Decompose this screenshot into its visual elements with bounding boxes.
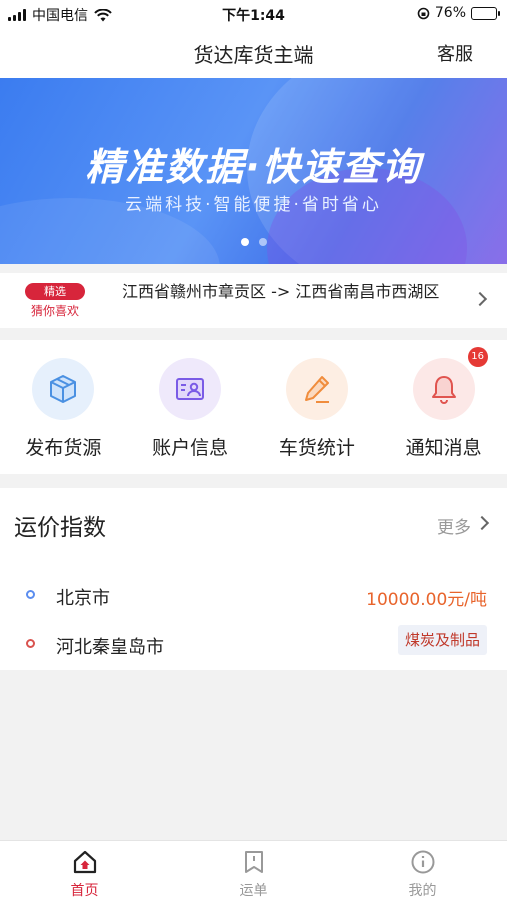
notifications-button[interactable]: 16 通知消息 (380, 340, 507, 474)
nav-bar: 货达库货主端 客服 (0, 28, 507, 78)
freight-index-section: 运价指数 更多 北京市 10000.00元/吨 河北秦皇岛市 煤炭及制品 (0, 488, 507, 670)
cargo-category-tag: 煤炭及制品 (397, 625, 487, 655)
quick-action-label: 车货统计 (278, 437, 355, 459)
carousel-dot[interactable] (240, 238, 249, 246)
battery-percent: 76% (434, 5, 466, 21)
account-info-button[interactable]: 账户信息 (127, 340, 254, 474)
tab-label: 首页 (70, 883, 99, 899)
bookmark-icon (244, 851, 263, 873)
recommended-route-row[interactable]: 精选 猜你喜欢 江西省赣州市章贡区 -> 江西省南昌市西湖区 (0, 273, 507, 328)
banner-title: 精准数据·快速查询 (85, 145, 422, 189)
freight-origin-row[interactable]: 北京市 10000.00元/吨 (0, 576, 507, 616)
tab-waybill[interactable]: 运单 (169, 841, 338, 900)
status-right: 76% (417, 5, 500, 21)
cargo-statistics-button[interactable]: 车货统计 (254, 340, 381, 474)
more-link[interactable]: 更多 (437, 513, 471, 538)
battery-icon (471, 6, 500, 20)
guess-you-like-label: 猜你喜欢 (30, 304, 79, 318)
carousel-dots[interactable] (0, 238, 507, 246)
quick-action-label: 账户信息 (152, 437, 229, 459)
tab-home[interactable]: 首页 (0, 841, 169, 900)
freight-price: 10000.00元/吨 (366, 590, 487, 610)
status-bar: 中国电信 下午1:44 76% (0, 0, 507, 28)
section-title: 运价指数 (14, 515, 106, 541)
route-text: 江西省赣州市章贡区 -> 江西省南昌市西湖区 (122, 282, 440, 301)
bottom-tab-bar: 首页 运单 我的 (0, 840, 507, 900)
pencil-icon (285, 358, 348, 420)
notification-count-badge: 16 (467, 347, 488, 367)
destination-city: 河北秦皇岛市 (56, 637, 164, 658)
id-card-icon (159, 358, 222, 420)
tab-mine[interactable]: 我的 (338, 841, 507, 900)
chevron-right-icon (472, 291, 488, 307)
quick-actions: 发布货源 账户信息 车货统计 16 通知消息 (0, 340, 507, 474)
rotation-lock-icon (417, 7, 430, 19)
banner-subtitle: 云端科技·智能便捷·省时省心 (125, 195, 382, 215)
banner-carousel[interactable]: 精准数据·快速查询 云端科技·智能便捷·省时省心 (0, 78, 507, 264)
origin-dot-icon (26, 590, 35, 599)
publish-cargo-button[interactable]: 发布货源 (0, 340, 127, 474)
chevron-right-icon (474, 515, 490, 531)
bell-icon (412, 358, 475, 420)
package-icon (32, 358, 95, 420)
home-icon (73, 850, 96, 874)
customer-service-button[interactable]: 客服 (437, 40, 473, 66)
profile-icon (411, 850, 434, 874)
quick-action-label: 发布货源 (25, 437, 102, 459)
more-label: 更多 (437, 518, 471, 538)
quick-action-label: 通知消息 (405, 437, 482, 459)
destination-dot-icon (26, 639, 35, 648)
page-title: 货达库货主端 (193, 43, 314, 67)
tab-label: 运单 (239, 883, 268, 899)
carousel-dot[interactable] (258, 238, 267, 246)
freight-destination-row[interactable]: 河北秦皇岛市 煤炭及制品 (0, 625, 507, 665)
featured-badge: 精选 (25, 283, 85, 300)
tab-label: 我的 (408, 883, 437, 899)
origin-city: 北京市 (56, 588, 110, 609)
